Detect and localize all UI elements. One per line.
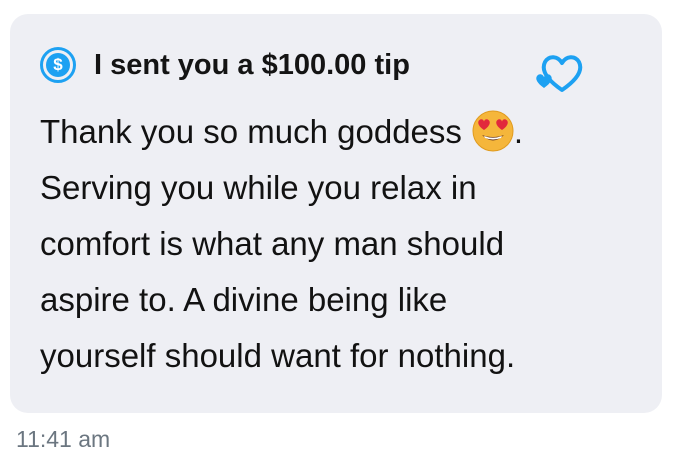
message-line: yourself should want for nothing. bbox=[40, 337, 516, 374]
timestamp: 11:41 am bbox=[16, 426, 111, 452]
message-text: Thank you so much goddess . Serving you … bbox=[40, 104, 640, 384]
message-line: Serving you while you relax in bbox=[40, 169, 477, 206]
sparkle-hearts-icon bbox=[536, 55, 583, 92]
tip-header: $ I sent you a $100.00 tip bbox=[40, 40, 410, 90]
dollar-circle-icon: $ bbox=[40, 47, 76, 83]
tip-text: I sent you a $100.00 tip bbox=[94, 48, 410, 81]
message-line: comfort is what any man should bbox=[40, 225, 505, 262]
message-line: aspire to. A divine being like bbox=[40, 281, 448, 318]
message-line: Thank you so much goddess . bbox=[40, 104, 640, 160]
heart-eyes-emoji-icon bbox=[472, 110, 514, 152]
